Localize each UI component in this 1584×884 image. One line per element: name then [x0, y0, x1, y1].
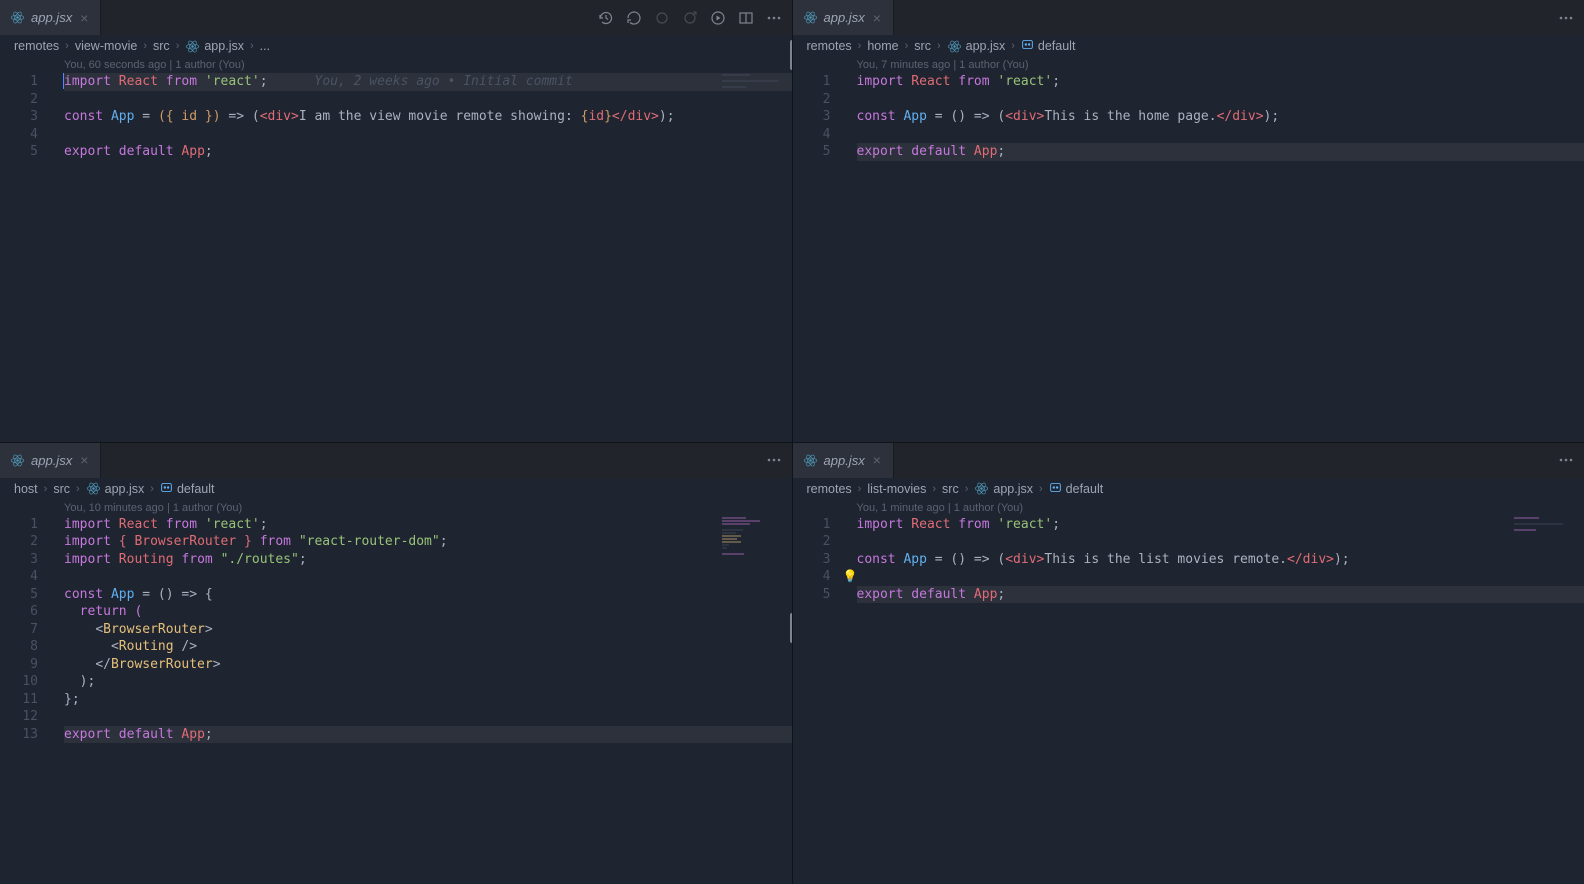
- breadcrumb-item[interactable]: src: [153, 39, 170, 53]
- symbol-icon: [160, 481, 173, 497]
- close-icon[interactable]: ×: [78, 452, 90, 468]
- breadcrumbs[interactable]: remotes› view-movie› src› app.jsx› ...: [0, 35, 792, 57]
- tab-bar: app.jsx ×: [0, 443, 792, 478]
- symbol-icon: [1021, 38, 1034, 54]
- react-icon: [947, 39, 962, 54]
- more-icon[interactable]: [1558, 452, 1574, 468]
- tab-app-jsx[interactable]: app.jsx ×: [793, 443, 894, 478]
- editor-actions: [1558, 452, 1584, 468]
- breadcrumb-item[interactable]: src: [914, 39, 931, 53]
- code-editor[interactable]: 12345678910111213 import React from 'rea…: [0, 516, 792, 884]
- authorship-lens[interactable]: You, 1 minute ago | 1 author (You): [793, 500, 1584, 516]
- tab-app-jsx[interactable]: app.jsx ×: [793, 0, 894, 35]
- editor-pane-bottom-right: app.jsx × remotes› list-movies› src› app…: [793, 443, 1584, 884]
- open-external-icon[interactable]: [682, 10, 698, 26]
- breadcrumbs[interactable]: remotes› home› src› app.jsx› default: [793, 35, 1584, 57]
- authorship-lens[interactable]: You, 7 minutes ago | 1 author (You): [793, 57, 1584, 73]
- tab-app-jsx[interactable]: app.jsx ×: [0, 443, 101, 478]
- react-icon: [10, 10, 25, 25]
- breadcrumb-item[interactable]: app.jsx: [947, 39, 1006, 54]
- tab-bar: app.jsx ×: [0, 0, 792, 35]
- more-icon[interactable]: [766, 452, 782, 468]
- code-editor[interactable]: 12345 import React from 'react'; const A…: [793, 73, 1584, 442]
- react-icon: [10, 453, 25, 468]
- breadcrumb-item[interactable]: src: [53, 482, 70, 496]
- breadcrumb-item[interactable]: remotes: [14, 39, 59, 53]
- close-icon[interactable]: ×: [871, 10, 883, 26]
- editor-actions: [1558, 10, 1584, 26]
- tab-app-jsx[interactable]: app.jsx ×: [0, 0, 101, 35]
- tab-bar: app.jsx ×: [793, 443, 1584, 478]
- tab-label: app.jsx: [31, 453, 72, 468]
- react-icon: [803, 453, 818, 468]
- tab-label: app.jsx: [824, 10, 865, 25]
- gutter: 12345: [793, 73, 847, 442]
- breadcrumb-item[interactable]: remotes: [807, 39, 852, 53]
- run-icon[interactable]: [710, 10, 726, 26]
- editor-pane-top-right: app.jsx × remotes› home› src› app.jsx› d…: [793, 0, 1584, 442]
- breadcrumb-item[interactable]: list-movies: [867, 482, 926, 496]
- breadcrumb-symbol[interactable]: default: [1021, 38, 1076, 54]
- breadcrumb-item[interactable]: remotes: [807, 482, 852, 496]
- breadcrumb-item[interactable]: src: [942, 482, 959, 496]
- react-icon: [974, 481, 989, 496]
- history-icon[interactable]: [598, 10, 614, 26]
- close-icon[interactable]: ×: [78, 10, 90, 26]
- react-icon: [803, 10, 818, 25]
- breadcrumbs[interactable]: host› src› app.jsx› default: [0, 478, 792, 500]
- react-icon: [86, 481, 101, 496]
- breadcrumb-symbol[interactable]: default: [1049, 481, 1104, 497]
- breadcrumb-item[interactable]: app.jsx: [185, 39, 244, 54]
- editor-pane-top-left: app.jsx × remotes› view-movie› src› app.…: [0, 0, 792, 442]
- breadcrumb-item[interactable]: view-movie: [75, 39, 138, 53]
- lightbulb-icon[interactable]: 💡: [843, 568, 858, 586]
- close-icon[interactable]: ×: [871, 452, 883, 468]
- editor-pane-bottom-left: app.jsx × host› src› app.jsx› default Yo…: [0, 443, 792, 884]
- breadcrumb-item[interactable]: app.jsx: [974, 481, 1033, 496]
- editor-actions: [766, 452, 792, 468]
- breadcrumbs[interactable]: remotes› list-movies› src› app.jsx› defa…: [793, 478, 1584, 500]
- breadcrumb-item[interactable]: host: [14, 482, 38, 496]
- split-handle[interactable]: [790, 613, 792, 643]
- tab-label: app.jsx: [824, 453, 865, 468]
- gutter: 12345678910111213: [0, 516, 54, 884]
- tab-label: app.jsx: [31, 10, 72, 25]
- more-icon[interactable]: [1558, 10, 1574, 26]
- breadcrumb-item[interactable]: app.jsx: [86, 481, 145, 496]
- breadcrumb-symbol[interactable]: default: [160, 481, 215, 497]
- gutter: 12345: [0, 73, 54, 442]
- react-icon: [185, 39, 200, 54]
- gutter: 12345: [793, 516, 847, 884]
- breadcrumb-item[interactable]: home: [867, 39, 898, 53]
- split-editor-icon[interactable]: [738, 10, 754, 26]
- code-editor[interactable]: 12345 import React from 'react'; const A…: [793, 516, 1584, 884]
- tab-bar: app.jsx ×: [793, 0, 1584, 35]
- circle-icon[interactable]: [654, 10, 670, 26]
- code-editor[interactable]: 12345 import React from 'react'; You, 2 …: [0, 73, 792, 442]
- split-handle[interactable]: [790, 40, 792, 70]
- authorship-lens[interactable]: You, 10 minutes ago | 1 author (You): [0, 500, 792, 516]
- editor-actions: [598, 10, 792, 26]
- more-icon[interactable]: [766, 10, 782, 26]
- revert-icon[interactable]: [626, 10, 642, 26]
- inline-blame: You, 2 weeks ago • Initial commit: [315, 74, 573, 89]
- authorship-lens[interactable]: You, 60 seconds ago | 1 author (You): [0, 57, 792, 73]
- breadcrumb-item[interactable]: ...: [260, 39, 270, 53]
- symbol-icon: [1049, 481, 1062, 497]
